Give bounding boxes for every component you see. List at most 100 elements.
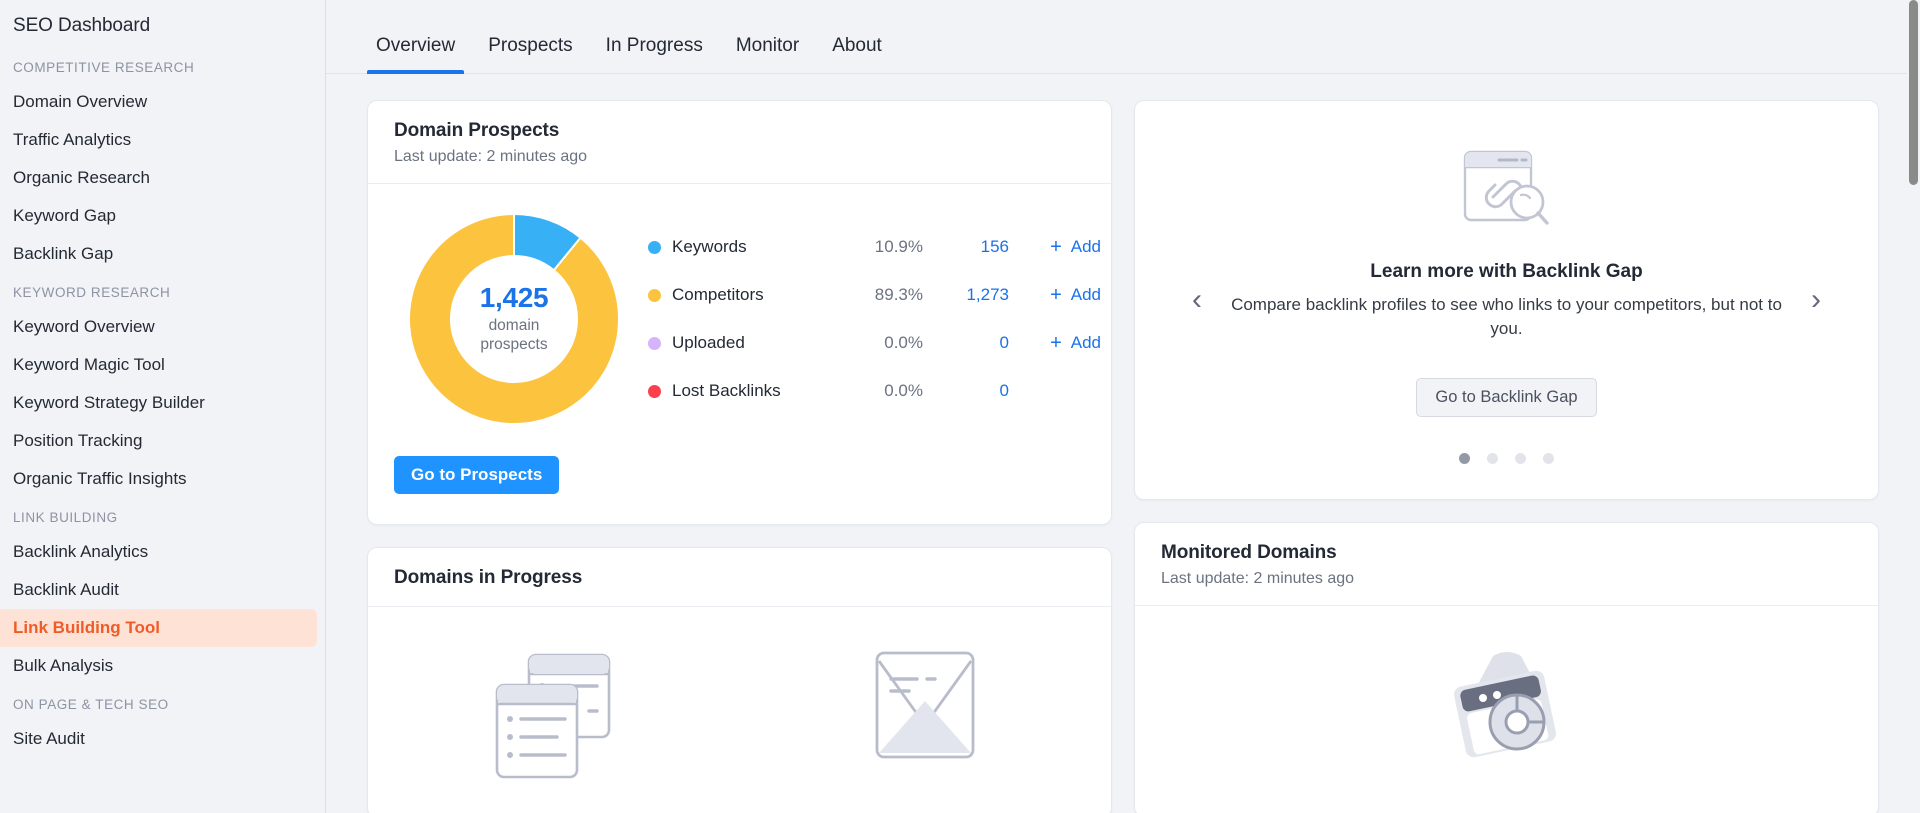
legend-label: Keywords xyxy=(672,237,747,256)
sidebar-item-traffic-analytics[interactable]: Traffic Analytics xyxy=(0,121,317,159)
promo-description: Compare backlink profiles to see who lin… xyxy=(1231,295,1782,339)
legend-color-dot-icon xyxy=(648,336,661,350)
sidebar-item-domain-overview[interactable]: Domain Overview xyxy=(0,83,317,121)
legend-row: Lost Backlinks 0.0% 0 xyxy=(648,367,1101,415)
carousel-dot-2[interactable] xyxy=(1487,452,1498,464)
legend-color-dot-icon xyxy=(648,288,661,302)
domains-in-progress-title: Domains in Progress xyxy=(394,567,583,588)
backlink-gap-promo-card: ‹ › Learn more with Backlink Gap Compare… xyxy=(1134,100,1879,500)
legend-row: Uploaded 0.0% 0 + Add xyxy=(648,319,1101,367)
sidebar-item-organic-research[interactable]: Organic Research xyxy=(0,159,317,197)
monitored-domains-body xyxy=(1135,606,1878,813)
monitored-domains-card: Monitored Domains Last update: 2 minutes… xyxy=(1134,522,1879,813)
tab-monitor[interactable]: Monitor xyxy=(727,35,808,73)
domain-prospects-body: 1,425 domain prospects Go to Prospects K… xyxy=(368,184,1111,524)
donut-label-line1: domain xyxy=(488,316,540,334)
sidebar-group-label: LINK BUILDING xyxy=(13,510,118,525)
legend-add-button[interactable]: + Add xyxy=(1009,285,1101,305)
sidebar-group-label: COMPETITIVE RESEARCH xyxy=(13,60,195,75)
legend-color-dot-icon xyxy=(648,384,661,398)
monitored-domains-title: Monitored Domains xyxy=(1161,542,1337,563)
legend-percentage: 0.0% xyxy=(884,381,923,400)
sidebar-item-keyword-magic-tool[interactable]: Keyword Magic Tool xyxy=(0,346,317,384)
domains-in-progress-card: Domains in Progress xyxy=(367,547,1112,813)
sidebar-item-backlink-audit[interactable]: Backlink Audit xyxy=(0,571,317,609)
carousel-dot-3[interactable] xyxy=(1515,452,1526,464)
sidebar-item-backlink-analytics[interactable]: Backlink Analytics xyxy=(0,533,317,571)
add-label: Add xyxy=(1070,285,1101,304)
sidebar-item-link-building-tool[interactable]: Link Building Tool xyxy=(0,609,317,647)
tab-overview[interactable]: Overview xyxy=(367,35,465,74)
donut-total-value: 1,425 xyxy=(479,282,549,314)
monitored-domains-header: Monitored Domains Last update: 2 minutes… xyxy=(1135,523,1878,606)
envelope-icon xyxy=(873,649,977,766)
donut-section: 1,425 domain prospects Go to Prospects xyxy=(394,209,634,494)
legend-value[interactable]: 1,273 xyxy=(923,285,1009,305)
sidebar-item-organic-traffic-insights[interactable]: Organic Traffic Insights xyxy=(0,460,317,498)
legend-row: Competitors 89.3% 1,273 + Add xyxy=(648,271,1101,319)
sidebar-item-bulk-analysis[interactable]: Bulk Analysis xyxy=(0,647,317,685)
add-label: Add xyxy=(1070,333,1101,352)
domains-in-progress-body xyxy=(368,607,1111,813)
legend-label: Uploaded xyxy=(672,333,745,352)
carousel-next-icon[interactable]: › xyxy=(1811,285,1821,315)
sidebar: SEO Dashboard COMPETITIVE RESEARCH Domain… xyxy=(0,0,326,813)
legend-value[interactable]: 0 xyxy=(923,381,1009,401)
carousel-dot-1[interactable] xyxy=(1459,452,1470,464)
carousel-dot-4[interactable] xyxy=(1543,452,1554,464)
donut-center-label: 1,425 domain prospects xyxy=(404,209,624,429)
sidebar-group-label: ON PAGE & TECH SEO xyxy=(13,697,169,712)
legend-add-button[interactable]: + Add xyxy=(1009,237,1101,257)
left-column: Domain Prospects Last update: 2 minutes … xyxy=(367,100,1112,813)
sidebar-item-keyword-gap[interactable]: Keyword Gap xyxy=(0,197,317,235)
tab-in-progress[interactable]: In Progress xyxy=(597,35,712,73)
plus-icon: + xyxy=(1050,332,1062,354)
right-column: ‹ › Learn more with Backlink Gap Compare… xyxy=(1134,100,1879,813)
main-content: Overview Prospects In Progress Monitor About… xyxy=(326,0,1920,813)
sidebar-item-site-audit[interactable]: Site Audit xyxy=(0,720,317,758)
legend-color-dot-icon xyxy=(648,240,661,254)
legend-percentage: 0.0% xyxy=(884,333,923,352)
backlink-gap-illustration-icon xyxy=(1459,149,1555,240)
promo-title: Learn more with Backlink Gap xyxy=(1370,261,1643,282)
legend-percentage: 89.3% xyxy=(874,285,923,304)
legend-value[interactable]: 0 xyxy=(923,333,1009,353)
plus-icon: + xyxy=(1050,284,1062,306)
tab-about[interactable]: About xyxy=(823,35,891,73)
dashboard-grid: Domain Prospects Last update: 2 minutes … xyxy=(326,74,1920,813)
sidebar-group-label: KEYWORD RESEARCH xyxy=(13,285,171,300)
documents-icon xyxy=(491,649,617,786)
prospects-donut-chart: 1,425 domain prospects xyxy=(404,209,624,429)
domain-prospects-title: Domain Prospects xyxy=(394,120,560,141)
monitored-domains-last-update: Last update: 2 minutes ago xyxy=(1161,570,1355,587)
sidebar-item-keyword-strategy-builder[interactable]: Keyword Strategy Builder xyxy=(0,384,317,422)
carousel-dots xyxy=(1459,452,1554,464)
prospects-legend: Keywords 10.9% 156 + Add Competitors 89.3% 1,27… xyxy=(634,209,1101,494)
tab-prospects[interactable]: Prospects xyxy=(479,35,581,73)
legend-value[interactable]: 156 xyxy=(923,237,1009,257)
legend-label: Lost Backlinks xyxy=(672,381,781,400)
go-to-backlink-gap-button[interactable]: Go to Backlink Gap xyxy=(1416,377,1597,417)
legend-add-button[interactable]: + Add xyxy=(1009,333,1101,353)
page-scrollbar[interactable] xyxy=(1907,0,1920,813)
add-label: Add xyxy=(1070,237,1101,256)
domain-prospects-last-update: Last update: 2 minutes ago xyxy=(394,148,588,165)
plus-icon: + xyxy=(1050,236,1062,258)
sidebar-item-position-tracking[interactable]: Position Tracking xyxy=(0,422,317,460)
tab-bar: Overview Prospects In Progress Monitor About xyxy=(326,0,1920,74)
sidebar-groups: COMPETITIVE RESEARCH Domain Overview Traff… xyxy=(0,48,325,758)
go-to-prospects-button[interactable]: Go to Prospects xyxy=(394,456,560,494)
domains-in-progress-header: Domains in Progress xyxy=(368,548,1111,607)
legend-label: Competitors xyxy=(672,285,764,304)
sidebar-item-keyword-overview[interactable]: Keyword Overview xyxy=(0,308,317,346)
legend-percentage: 10.9% xyxy=(874,237,923,256)
donut-label-line2: prospects xyxy=(480,336,548,354)
page-scrollbar-thumb[interactable] xyxy=(1909,0,1918,185)
monitor-illustration-icon xyxy=(1441,648,1573,773)
carousel-prev-icon[interactable]: ‹ xyxy=(1192,285,1202,315)
legend-row: Keywords 10.9% 156 + Add xyxy=(648,223,1101,271)
domain-prospects-card: Domain Prospects Last update: 2 minutes … xyxy=(367,100,1112,525)
app-root: SEO Dashboard COMPETITIVE RESEARCH Domain… xyxy=(0,0,1920,813)
sidebar-title: SEO Dashboard xyxy=(13,15,151,36)
sidebar-item-backlink-gap[interactable]: Backlink Gap xyxy=(0,235,317,273)
